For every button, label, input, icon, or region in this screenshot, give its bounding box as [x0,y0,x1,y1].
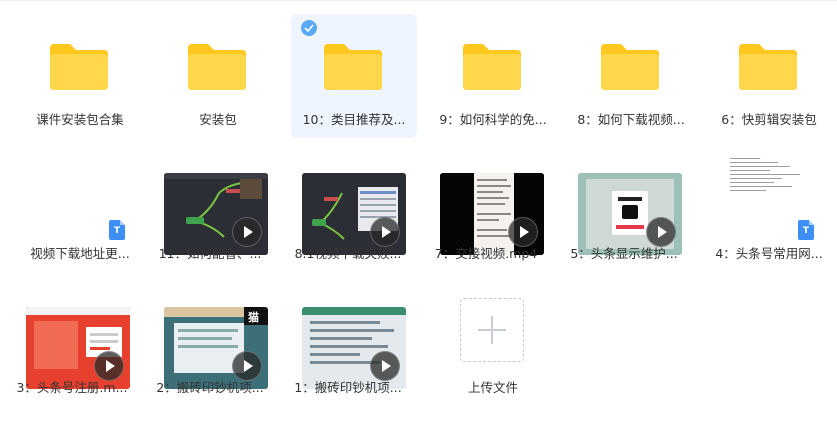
folder-icon [737,42,799,92]
folder-icon [48,42,110,92]
folder-item[interactable]: 课件安装包合集 [17,14,143,138]
file-item-video[interactable]: 8.1视频下载失败... [285,148,411,272]
item-label: 2：搬砖印钞机项... [156,380,264,395]
document-preview [730,156,802,206]
item-label: 课件安装包合集 [36,112,124,127]
upload-label: 上传文件 [467,380,518,395]
folder-item-selected[interactable]: 10：类目推荐及... [291,14,417,138]
folder-icon [461,42,523,92]
upload-file-button[interactable]: 上传文件 [430,282,556,406]
folder-item[interactable]: 9：如何科学的免... [430,14,556,138]
folder-item[interactable]: 8：如何下载视频... [568,14,694,138]
folder-item[interactable]: 6：快剪辑安装包 [706,14,832,138]
folder-icon [186,42,248,92]
item-label: 11：如何配音、... [158,246,262,261]
file-item-doc[interactable]: T 视频下载地址更... [17,148,143,272]
text-file-icon: T [798,220,814,240]
file-item-doc[interactable]: T 4：头条号常用网... [706,148,832,272]
item-label: 6：快剪辑安装包 [721,112,817,127]
upload-icon [460,298,524,362]
item-label: 9：如何科学的免... [439,112,547,127]
folder-item[interactable]: 安装包 [155,14,281,138]
item-label: 视频下载地址更... [30,246,130,261]
item-label: 8：如何下载视频... [577,112,685,127]
item-label: 8.1视频下载失败... [294,246,402,261]
checkbox-checked-icon[interactable] [301,20,317,36]
item-label: 5：头条显示维护... [570,246,678,261]
item-label: 3：头条号注册.m... [16,380,128,395]
folder-icon [322,42,384,92]
file-item-video[interactable]: 3：头条号注册.m... [9,282,135,406]
item-label: 10：类目推荐及... [302,112,406,127]
file-item-video[interactable]: 猫 2：搬砖印钞机项... [147,282,273,406]
file-item-video[interactable]: 5：头条显示维护... [561,148,687,272]
item-label: 1：搬砖印钞机项... [294,380,402,395]
file-item-video[interactable]: 11：如何配音、... [147,148,273,272]
file-item-video[interactable]: 7：交接视频.mp4 [423,148,549,272]
file-item-video[interactable]: 1：搬砖印钞机项... [285,282,411,406]
thumbnail-text: 猫 [248,311,259,324]
text-file-icon: T [109,220,125,240]
item-label: 安装包 [199,112,237,127]
folder-icon [599,42,661,92]
item-label: 4：头条号常用网... [715,246,823,261]
item-label: 7：交接视频.mp4 [434,246,538,261]
top-divider [0,0,837,1]
